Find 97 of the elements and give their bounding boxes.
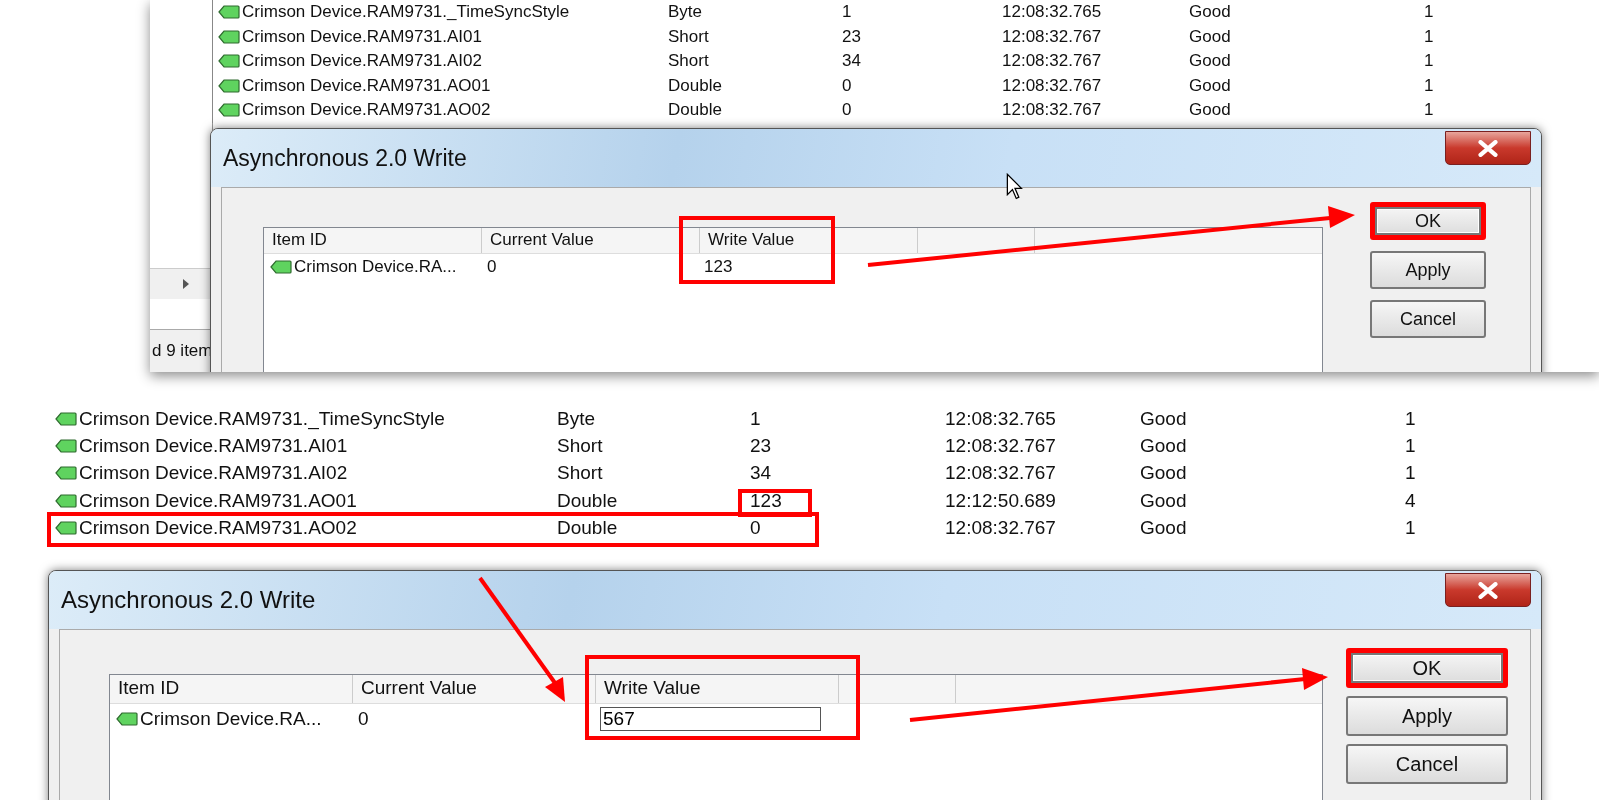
- quality: Good: [1189, 26, 1232, 47]
- dialog-title: Asynchronous 2.0 Write: [223, 144, 467, 172]
- tag-icon: [218, 103, 240, 118]
- dialog-button[interactable]: Cancel: [1346, 744, 1508, 784]
- timestamp: 12:08:32.767: [1002, 100, 1103, 121]
- quality: Good: [1140, 407, 1188, 430]
- dialog-button[interactable]: Apply: [1346, 696, 1508, 736]
- tag-icon: [55, 520, 77, 535]
- current-value: 0: [357, 707, 370, 731]
- item-value: 123: [750, 489, 782, 511]
- item-name: Crimson Device.RAM9731.AI01: [79, 434, 348, 457]
- dialog-button[interactable]: OK: [1346, 648, 1508, 688]
- item-name: Crimson Device.RAM9731.AI01: [242, 26, 482, 47]
- timestamp: 12:12:50.689: [945, 489, 1057, 512]
- item-value: 34: [842, 51, 861, 71]
- item-value: 0: [842, 75, 852, 95]
- update-count: 1: [1405, 434, 1417, 457]
- tag-icon: [116, 712, 138, 726]
- update-count: 1: [1424, 51, 1435, 72]
- data-type: Double: [557, 489, 619, 512]
- data-type: Short: [668, 51, 710, 72]
- item-value: 1: [750, 407, 761, 429]
- item-name: Crimson Device.RAM9731.AI02: [79, 462, 348, 485]
- update-count: 1: [1405, 462, 1417, 485]
- item-value: 1: [842, 2, 852, 22]
- update-count: 1: [1424, 2, 1435, 23]
- quality: Good: [1140, 489, 1188, 512]
- item-name: Crimson Device.RAM9731.AO02: [79, 516, 357, 539]
- item-name: Crimson Device.RAM9731._TimeSyncStyle: [242, 2, 570, 23]
- tag-icon: [55, 493, 77, 508]
- item-value: 0: [750, 516, 761, 538]
- scroll-right-icon[interactable]: [182, 278, 190, 290]
- item-value: 23: [842, 26, 861, 46]
- update-count: 1: [1424, 100, 1435, 121]
- tag-icon: [55, 466, 77, 481]
- dialog-button[interactable]: OK: [1370, 202, 1486, 240]
- timestamp: 12:08:32.765: [945, 407, 1057, 430]
- item-name: Crimson Device.RAM9731.AO02: [242, 100, 491, 121]
- data-type: Double: [668, 75, 723, 96]
- timestamp: 12:08:32.767: [945, 434, 1057, 457]
- data-type: Byte: [668, 2, 704, 23]
- update-count: 4: [1405, 489, 1417, 512]
- item-value: 23: [750, 434, 772, 456]
- dialog-title: Asynchronous 2.0 Write: [61, 586, 316, 614]
- tag-icon: [218, 54, 240, 69]
- data-type: Short: [668, 26, 710, 47]
- column-header[interactable]: Current Value: [482, 228, 700, 253]
- tag-icon: [218, 5, 240, 20]
- close-button[interactable]: [1445, 131, 1531, 165]
- timestamp: 12:08:32.767: [1002, 26, 1103, 47]
- write-value-field[interactable]: 567: [600, 707, 821, 731]
- quality: Good: [1189, 100, 1232, 121]
- item-id: Crimson Device.RA...: [294, 257, 457, 277]
- data-type: Short: [557, 434, 604, 457]
- quality: Good: [1189, 75, 1232, 96]
- item-name: Crimson Device.RAM9731._TimeSyncStyle: [79, 407, 445, 430]
- item-name: Crimson Device.RAM9731.AO01: [79, 489, 357, 512]
- dialog-button[interactable]: Apply: [1370, 251, 1486, 289]
- column-header[interactable]: Item ID: [110, 675, 353, 703]
- tag-icon: [55, 411, 77, 426]
- data-type: Short: [557, 462, 604, 485]
- update-count: 1: [1424, 26, 1435, 47]
- update-count: 1: [1424, 75, 1435, 96]
- timestamp: 12:08:32.767: [945, 516, 1057, 539]
- write-value: 123: [704, 257, 733, 277]
- item-id: Crimson Device.RA...: [140, 708, 322, 730]
- data-type: Double: [557, 516, 619, 539]
- tag-icon: [218, 78, 240, 93]
- timestamp: 12:08:32.765: [1002, 2, 1103, 23]
- dialog-button[interactable]: Cancel: [1370, 300, 1486, 338]
- tag-icon: [270, 260, 292, 274]
- timestamp: 12:08:32.767: [1002, 75, 1103, 96]
- item-name: Crimson Device.RAM9731.AI02: [242, 51, 482, 72]
- quality: Good: [1140, 516, 1188, 539]
- item-name: Crimson Device.RAM9731.AO01: [242, 75, 491, 96]
- item-value: 0: [842, 100, 852, 120]
- quality: Good: [1189, 51, 1232, 72]
- close-icon: [1477, 581, 1499, 599]
- update-count: 1: [1405, 516, 1417, 539]
- tag-icon: [218, 29, 240, 44]
- timestamp: 12:08:32.767: [945, 462, 1057, 485]
- column-header[interactable]: Write Value: [700, 228, 918, 253]
- update-count: 1: [1405, 407, 1417, 430]
- close-button[interactable]: [1445, 573, 1531, 607]
- current-value: 0: [486, 256, 498, 278]
- data-type: Byte: [557, 407, 597, 430]
- mouse-pointer-icon: [1006, 173, 1024, 201]
- quality: Good: [1189, 2, 1232, 23]
- quality: Good: [1140, 462, 1188, 485]
- column-header[interactable]: Write Value: [596, 675, 839, 703]
- timestamp: 12:08:32.767: [1002, 51, 1103, 72]
- tag-icon: [55, 438, 77, 453]
- quality: Good: [1140, 434, 1188, 457]
- item-value: 34: [750, 462, 772, 484]
- data-type: Double: [668, 100, 723, 121]
- column-header[interactable]: Item ID: [264, 228, 482, 253]
- close-icon: [1477, 139, 1499, 157]
